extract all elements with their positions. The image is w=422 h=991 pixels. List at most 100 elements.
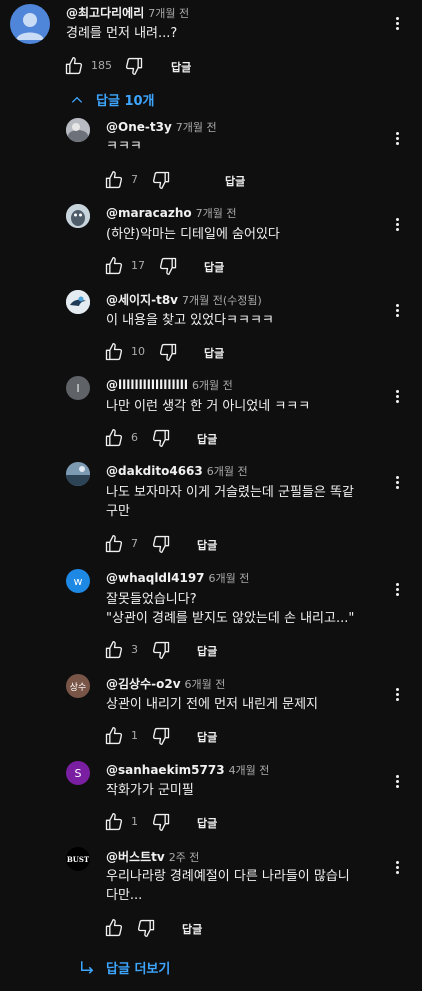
reply-text-line: 나도 보자마자 이게 거슬렸는데 군필들은 똑같: [106, 485, 354, 500]
avatar[interactable]: [66, 462, 90, 486]
thumbs-up-icon[interactable]: [104, 170, 124, 190]
more-actions-icon[interactable]: [396, 773, 400, 790]
comment-time[interactable]: 6개월 전: [185, 678, 226, 691]
chevron-up-icon: [71, 96, 83, 103]
thumbs-up-icon[interactable]: [64, 56, 84, 76]
avatar[interactable]: w: [66, 569, 90, 593]
more-actions-icon[interactable]: [396, 388, 400, 405]
thumbs-up-icon[interactable]: [104, 256, 124, 276]
reply-button[interactable]: 답글: [197, 537, 217, 553]
avatar-letter: w: [73, 574, 83, 588]
comment-time[interactable]: 6개월 전: [209, 572, 250, 585]
author-name[interactable]: @maracazho: [106, 206, 192, 220]
author-name[interactable]: @세이지-t8v: [106, 293, 178, 307]
avatar[interactable]: [10, 4, 50, 44]
like-count: 10: [131, 345, 145, 358]
author-name[interactable]: @김상수-o2v: [106, 677, 181, 691]
reply-button[interactable]: 답글: [225, 173, 245, 189]
comment-header: @최고다리에리 7개월 전: [66, 4, 189, 21]
thumbs-up-icon[interactable]: [104, 726, 124, 746]
more-replies-label: 답글 더보기: [106, 962, 171, 977]
comment-time[interactable]: 6개월 전: [207, 465, 248, 478]
reply-button[interactable]: 답글: [197, 643, 217, 659]
thumbs-down-icon[interactable]: [124, 56, 144, 76]
thumbs-down-icon[interactable]: [158, 342, 178, 362]
reply-button[interactable]: 답글: [171, 59, 191, 75]
replies-toggle[interactable]: 답글 10개: [70, 90, 155, 109]
more-actions-icon[interactable]: [396, 686, 400, 703]
more-replies-button[interactable]: 답글 더보기: [78, 958, 170, 977]
thumbs-down-icon[interactable]: [151, 640, 171, 660]
comment-time[interactable]: 2주 전: [169, 851, 200, 864]
reply-button[interactable]: 답글: [204, 345, 224, 361]
reply-text-line: 나만 이런 생각 한 거 아니었네 ㅋㅋㅋ: [106, 399, 311, 414]
more-actions-icon[interactable]: [396, 216, 400, 233]
avatar-letter: 상수: [69, 682, 87, 693]
reply-header: @세이지-t8v 7개월 전(수정됨): [106, 291, 262, 308]
avatar[interactable]: S: [66, 761, 90, 785]
comment-time[interactable]: 7개월 전(수정됨): [182, 294, 262, 307]
reply-button[interactable]: 답글: [197, 815, 217, 831]
reply-button[interactable]: 답글: [197, 729, 217, 745]
more-actions-icon[interactable]: [396, 15, 400, 32]
avatar-logo-text: BUST: [66, 854, 90, 864]
thumbs-up-icon[interactable]: [104, 812, 124, 832]
thumbs-up-icon[interactable]: [104, 918, 124, 938]
reply-header: @dakdito4663 6개월 전: [106, 463, 248, 479]
thumbs-down-icon[interactable]: [151, 428, 171, 448]
more-actions-icon[interactable]: [396, 302, 400, 319]
thumbs-up-icon[interactable]: [104, 640, 124, 660]
avatar[interactable]: BUST: [66, 847, 90, 871]
comment-time[interactable]: 4개월 전: [229, 764, 270, 777]
reply-header: @whaqldl4197 6개월 전: [106, 570, 249, 586]
reply-text-line: 잘못들었습니다?: [106, 592, 197, 607]
reply-button[interactable]: 답글: [204, 259, 224, 275]
reply-header: @maracazho 7개월 전: [106, 205, 236, 221]
thumbs-up-icon[interactable]: [104, 534, 124, 554]
avatar[interactable]: l: [66, 376, 90, 400]
like-count: 1: [131, 815, 138, 828]
comment-time[interactable]: 6개월 전: [192, 379, 233, 392]
thumbs-down-icon[interactable]: [158, 256, 178, 276]
reply-header: @버스트tv 2주 전: [106, 848, 199, 865]
avatar[interactable]: [66, 118, 90, 142]
author-name[interactable]: @One-t3y: [106, 120, 172, 134]
reply-button[interactable]: 답글: [197, 431, 217, 447]
author-name[interactable]: @lllllllllllllllll: [106, 378, 188, 392]
reply-text-line: 구만: [106, 504, 130, 519]
thumbs-down-icon[interactable]: [151, 534, 171, 554]
author-name[interactable]: @dakdito4663: [106, 464, 203, 478]
thumbs-down-icon[interactable]: [151, 812, 171, 832]
comment-time[interactable]: 7개월 전: [176, 121, 217, 134]
like-count: 17: [131, 259, 145, 272]
avatar[interactable]: 상수: [66, 674, 90, 698]
reply-header: @lllllllllllllllll 6개월 전: [106, 377, 233, 393]
more-actions-icon[interactable]: [396, 130, 400, 147]
reply-text-line: 우리나라랑 경례예절이 다른 나라들이 많습니: [106, 869, 350, 884]
reply-text-line: ㅋㅋㅋ: [106, 139, 142, 154]
more-actions-icon[interactable]: [396, 474, 400, 491]
comment-time[interactable]: 7개월 전: [148, 7, 189, 20]
avatar[interactable]: [66, 290, 90, 314]
comment-time[interactable]: 7개월 전: [196, 207, 237, 220]
replies-toggle-label: 답글 10개: [96, 94, 155, 109]
avatar-letter: l: [76, 381, 80, 395]
thumbs-down-icon[interactable]: [136, 918, 156, 938]
thumbs-down-icon[interactable]: [151, 170, 171, 190]
thumbs-down-icon[interactable]: [151, 726, 171, 746]
avatar-image-icon: [66, 204, 90, 228]
reply-button[interactable]: 답글: [182, 921, 202, 937]
more-actions-icon[interactable]: [396, 581, 400, 598]
thumbs-up-icon[interactable]: [104, 428, 124, 448]
author-name[interactable]: @버스트tv: [106, 850, 165, 864]
reply-arrow-icon: [81, 960, 94, 974]
author-name[interactable]: @whaqldl4197: [106, 571, 205, 585]
reply-text-line: 다만...: [106, 888, 143, 903]
avatar[interactable]: [66, 204, 90, 228]
author-name[interactable]: @sanhaekim5773: [106, 763, 225, 777]
like-count: 7: [131, 173, 138, 186]
more-actions-icon[interactable]: [396, 859, 400, 876]
reply-header: @One-t3y 7개월 전: [106, 119, 217, 135]
author-name[interactable]: @최고다리에리: [66, 6, 144, 20]
thumbs-up-icon[interactable]: [104, 342, 124, 362]
